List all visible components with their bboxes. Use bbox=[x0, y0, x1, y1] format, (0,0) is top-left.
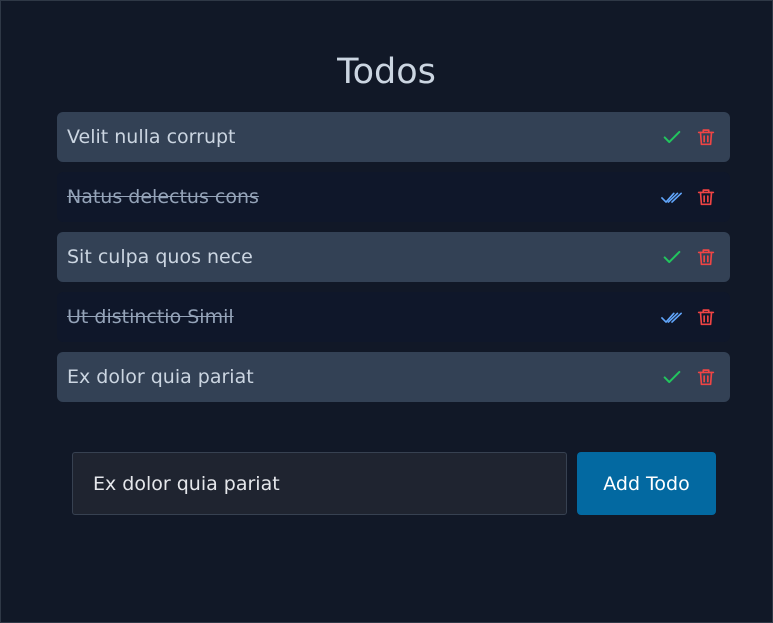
trash-icon[interactable] bbox=[694, 125, 718, 149]
todo-item: Natus delectus cons bbox=[57, 172, 730, 222]
todo-item: Ut distinctio Simil bbox=[57, 292, 730, 342]
todo-text: Ex dolor quia pariat bbox=[67, 366, 254, 388]
trash-icon[interactable] bbox=[694, 305, 718, 329]
trash-icon[interactable] bbox=[694, 365, 718, 389]
double-check-icon[interactable] bbox=[660, 305, 684, 329]
todo-list: Velit nulla corrupt Natus delectus cons bbox=[57, 112, 730, 412]
todo-actions bbox=[660, 112, 718, 162]
todo-item: Velit nulla corrupt bbox=[57, 112, 730, 162]
todo-text: Velit nulla corrupt bbox=[67, 126, 236, 148]
check-icon[interactable] bbox=[660, 245, 684, 269]
add-todo-form: Add Todo bbox=[72, 452, 716, 516]
todo-item: Sit culpa quos nece bbox=[57, 232, 730, 282]
trash-icon[interactable] bbox=[694, 245, 718, 269]
todo-input[interactable] bbox=[72, 452, 567, 515]
todo-item: Ex dolor quia pariat bbox=[57, 352, 730, 402]
todo-actions bbox=[660, 292, 718, 342]
double-check-icon[interactable] bbox=[660, 185, 684, 209]
app-window: Todos Velit nulla corrupt Natus delectus… bbox=[0, 0, 773, 623]
todo-actions bbox=[660, 232, 718, 282]
trash-icon[interactable] bbox=[694, 185, 718, 209]
page-title: Todos bbox=[337, 52, 436, 93]
todo-actions bbox=[660, 172, 718, 222]
todo-text: Ut distinctio Simil bbox=[67, 306, 234, 328]
add-todo-button[interactable]: Add Todo bbox=[577, 452, 716, 515]
check-icon[interactable] bbox=[660, 365, 684, 389]
check-icon[interactable] bbox=[660, 125, 684, 149]
todo-text: Sit culpa quos nece bbox=[67, 246, 253, 268]
todo-actions bbox=[660, 352, 718, 402]
todo-text: Natus delectus cons bbox=[67, 186, 259, 208]
